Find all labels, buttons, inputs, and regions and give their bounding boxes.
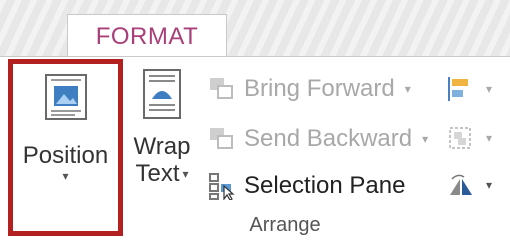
send-backward-caret: ▾ xyxy=(422,132,429,146)
send-backward-label: Send Backward xyxy=(244,125,413,152)
position-caret: ▾ xyxy=(62,169,69,183)
bring-forward-icon xyxy=(210,78,233,99)
position-label: Position xyxy=(22,142,109,169)
bring-forward-label: Bring Forward xyxy=(244,75,395,102)
wrap-text-label-line2: Text xyxy=(135,160,180,187)
align-icon xyxy=(448,77,468,101)
wrap-text-button[interactable]: Wrap Text ▾ xyxy=(124,59,200,236)
align-caret: ▾ xyxy=(486,82,493,96)
group-button[interactable]: ▾ xyxy=(446,124,492,152)
wrap-text-caret: ▾ xyxy=(182,166,189,181)
bring-forward-caret: ▾ xyxy=(404,82,411,96)
selection-pane-button[interactable]: Selection Pane xyxy=(208,172,405,200)
wrap-text-icon xyxy=(143,69,181,119)
rotate-caret: ▾ xyxy=(486,178,493,192)
send-backward-icon xyxy=(210,128,233,149)
tab-format[interactable]: FORMAT xyxy=(67,14,227,58)
selection-pane-label: Selection Pane xyxy=(244,172,406,199)
tab-format-label: FORMAT xyxy=(95,22,199,50)
group-label-arrange: Arrange xyxy=(249,214,321,236)
position-button[interactable]: Position ▾ xyxy=(8,59,123,236)
wrap-text-label-row: Text ▾ xyxy=(135,160,188,187)
position-icon xyxy=(44,74,87,120)
group-icon xyxy=(449,127,471,149)
rotate-icon xyxy=(450,174,472,195)
group-caret: ▾ xyxy=(486,131,493,145)
wrap-text-label-line1: Wrap xyxy=(133,133,191,160)
rotate-button[interactable]: ▾ xyxy=(446,171,492,199)
bring-forward-button[interactable]: Bring Forward ▾ xyxy=(208,75,411,103)
align-button[interactable]: ▾ xyxy=(446,75,492,103)
send-backward-button[interactable]: Send Backward ▾ xyxy=(208,125,428,153)
selection-pane-icon xyxy=(209,173,235,200)
